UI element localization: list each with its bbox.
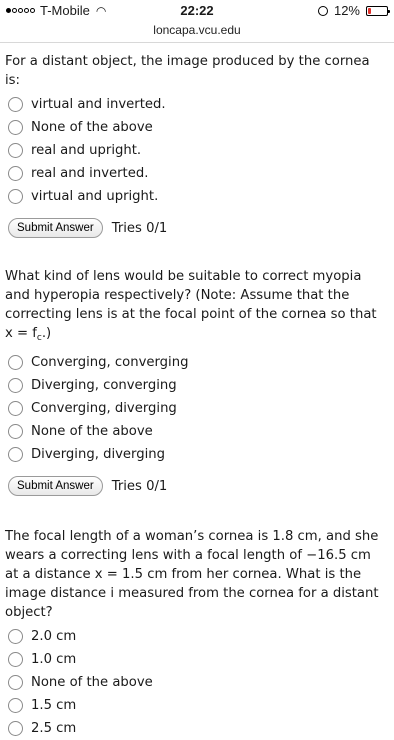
question-text: For a distant object, the image produced… bbox=[5, 54, 370, 88]
radio-button[interactable] bbox=[8, 675, 23, 690]
option[interactable]: Diverging, converging bbox=[8, 374, 385, 397]
radio-button[interactable] bbox=[8, 652, 23, 667]
option-label: 2.5 cm bbox=[31, 721, 77, 736]
radio-button[interactable] bbox=[8, 721, 23, 736]
radio-button[interactable] bbox=[8, 189, 23, 204]
radio-button[interactable] bbox=[8, 143, 23, 158]
battery-icon bbox=[366, 5, 390, 16]
radio-button[interactable] bbox=[8, 378, 23, 393]
submit-answer-button[interactable]: Submit Answer bbox=[8, 476, 103, 496]
radio-button[interactable] bbox=[8, 97, 23, 112]
option[interactable]: real and upright. bbox=[8, 139, 385, 162]
option-label: 1.0 cm bbox=[31, 652, 77, 667]
option-label: Converging, diverging bbox=[31, 401, 177, 416]
problem-set: For a distant object, the image produced… bbox=[0, 52, 394, 740]
question-text: The focal length of a woman’s cornea is … bbox=[5, 529, 379, 620]
question-text: What kind of lens would be suitable to c… bbox=[5, 269, 377, 343]
question-2: What kind of lens would be suitable to c… bbox=[5, 267, 385, 498]
radio-button[interactable] bbox=[8, 629, 23, 644]
answer-options: Converging, converging Diverging, conver… bbox=[8, 351, 385, 466]
option[interactable]: None of the above bbox=[8, 671, 385, 694]
option-label: Diverging, diverging bbox=[31, 447, 165, 462]
radio-button[interactable] bbox=[8, 355, 23, 370]
option-label: Diverging, converging bbox=[31, 378, 177, 393]
option-label: None of the above bbox=[31, 120, 153, 135]
option-label: Converging, converging bbox=[31, 355, 189, 370]
option[interactable]: Converging, converging bbox=[8, 351, 385, 374]
option[interactable]: Diverging, diverging bbox=[8, 443, 385, 466]
option-label: None of the above bbox=[31, 675, 153, 690]
battery-percent: 12% bbox=[333, 3, 360, 18]
answer-options: 2.0 cm 1.0 cm None of the above 1.5 cm 2… bbox=[8, 625, 385, 740]
option-label: real and inverted. bbox=[31, 166, 149, 181]
radio-button[interactable] bbox=[8, 120, 23, 135]
radio-button[interactable] bbox=[8, 447, 23, 462]
answer-options: virtual and inverted. None of the above … bbox=[8, 93, 385, 208]
radio-button[interactable] bbox=[8, 401, 23, 416]
question-1: For a distant object, the image produced… bbox=[5, 52, 385, 240]
option[interactable]: None of the above bbox=[8, 116, 385, 139]
option[interactable]: 1.5 cm bbox=[8, 694, 385, 717]
option[interactable]: 2.0 cm bbox=[8, 625, 385, 648]
option-label: None of the above bbox=[31, 424, 153, 439]
option-label: real and upright. bbox=[31, 143, 142, 158]
option[interactable]: virtual and upright. bbox=[8, 185, 385, 208]
radio-button[interactable] bbox=[8, 424, 23, 439]
option[interactable]: 2.5 cm bbox=[8, 717, 385, 740]
option[interactable]: 1.0 cm bbox=[8, 648, 385, 671]
submit-answer-button[interactable]: Submit Answer bbox=[8, 218, 103, 238]
option-label: virtual and inverted. bbox=[31, 97, 166, 112]
radio-button[interactable] bbox=[8, 698, 23, 713]
option[interactable]: real and inverted. bbox=[8, 162, 385, 185]
tries-counter: Tries 0/1 bbox=[111, 478, 168, 494]
option-label: 2.0 cm bbox=[31, 629, 77, 644]
question-3: The focal length of a woman’s cornea is … bbox=[5, 527, 385, 740]
radio-button[interactable] bbox=[8, 166, 23, 181]
option[interactable]: Converging, diverging bbox=[8, 397, 385, 420]
option[interactable]: None of the above bbox=[8, 420, 385, 443]
alarm-icon bbox=[317, 5, 328, 16]
tries-counter: Tries 0/1 bbox=[111, 220, 168, 236]
option-label: virtual and upright. bbox=[31, 189, 159, 204]
address-bar[interactable]: loncapa.vcu.edu bbox=[0, 20, 394, 43]
option-label: 1.5 cm bbox=[31, 698, 77, 713]
status-bar: T-Mobile ◠ 22:22 12% bbox=[0, 0, 394, 20]
option[interactable]: virtual and inverted. bbox=[8, 93, 385, 116]
